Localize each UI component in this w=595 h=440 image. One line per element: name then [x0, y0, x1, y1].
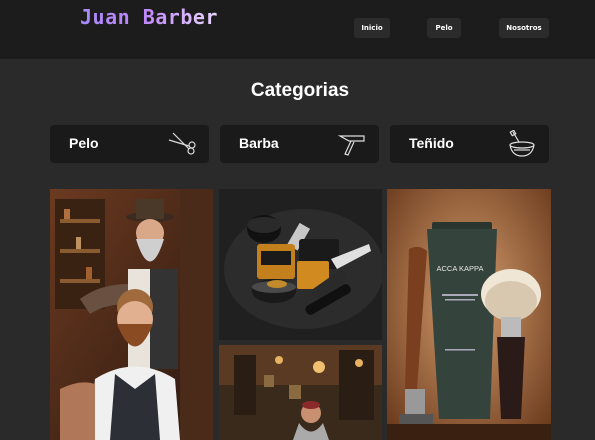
barber-photo [50, 189, 213, 440]
nav-pelo-button[interactable]: Pelo [427, 18, 461, 38]
razor-icon [337, 135, 365, 156]
section-title: Categorias [250, 80, 350, 101]
category-label: Pelo [69, 135, 99, 151]
site-logo[interactable]: Juan Barber [80, 5, 218, 29]
top-navbar: Juan Barber Inicio Pelo Nosotros [0, 0, 595, 59]
category-label: Teñido [409, 135, 454, 151]
product-tube-text: ACCA KAPPA [437, 264, 484, 273]
category-label: Barba [239, 135, 279, 151]
category-card-pelo[interactable]: Pelo [50, 125, 209, 163]
shaving-kit-photo: ACCA KAPPA [387, 189, 551, 440]
nav-nosotros-button[interactable]: Nosotros [499, 18, 549, 38]
nav-inicio-button[interactable]: Inicio [354, 18, 390, 38]
dye-bowl-icon [509, 130, 535, 157]
barbershop-interior-photo [219, 345, 382, 440]
category-card-barba[interactable]: Barba [220, 125, 379, 163]
scissors-icon [168, 132, 196, 155]
grooming-products-photo [219, 189, 382, 340]
category-card-tenido[interactable]: Teñido [390, 125, 549, 163]
